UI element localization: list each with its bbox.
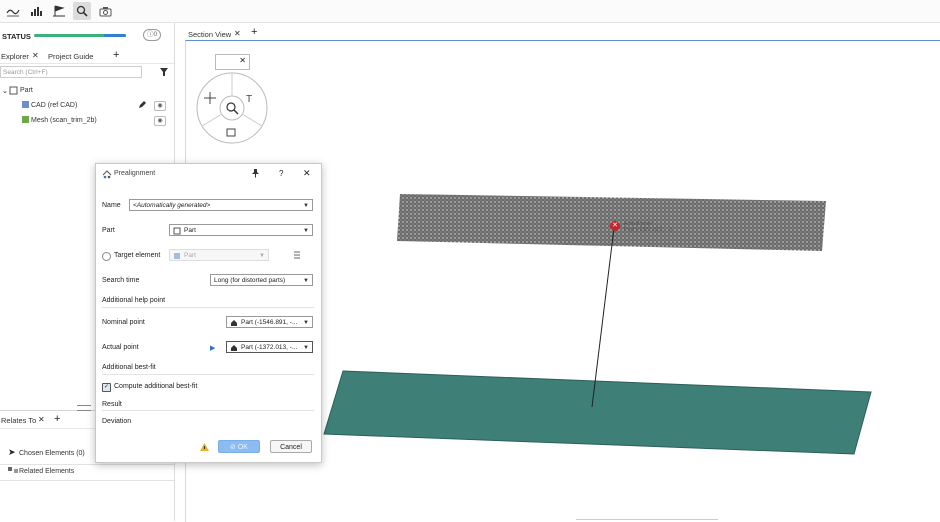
part-icon — [173, 227, 181, 235]
divider — [0, 480, 174, 481]
related-elements[interactable]: Related Elements — [19, 468, 74, 475]
add-tab-icon[interactable]: + — [113, 49, 119, 61]
add-tab-icon[interactable]: + — [251, 26, 257, 38]
cancel-button[interactable]: Cancel — [270, 440, 312, 453]
navigation-wheel[interactable]: T — [196, 72, 268, 144]
deviation-label: Deviation — [102, 418, 132, 425]
close-icon[interactable]: ✕ — [303, 168, 311, 179]
search-time-select[interactable]: Long (for distorted parts) ▼ — [210, 274, 313, 286]
ok-button[interactable]: ⊘ OK — [218, 440, 260, 453]
filter-icon[interactable] — [159, 67, 169, 79]
cursor-icon: ➤ — [8, 447, 16, 457]
curve-icon[interactable] — [4, 2, 22, 20]
help-icon[interactable]: ? — [279, 169, 283, 178]
part-icon — [9, 86, 18, 97]
actual-point-select[interactable]: Part (-1372.013, -... ▼ — [226, 341, 313, 353]
divider — [102, 374, 314, 375]
help-point-section: Additional help point — [102, 297, 166, 304]
play-arrow-icon: ▶ — [210, 345, 216, 352]
divider — [576, 519, 718, 520]
camera-icon[interactable] — [96, 2, 114, 20]
close-icon[interactable]: ✕ — [32, 51, 39, 60]
chevron-down-icon: ▼ — [303, 345, 309, 351]
mesh-icon — [21, 115, 30, 126]
explorer-search-input[interactable]: Search (Ctrl+F) — [0, 66, 142, 78]
tree-item-part[interactable]: Part — [20, 87, 33, 94]
related-icon — [8, 466, 19, 476]
target-element-select[interactable]: Part ▼ — [169, 249, 269, 261]
nominal-point-label: Nominal point — [102, 319, 145, 326]
tab-project-guide[interactable]: Project Guide — [48, 52, 93, 61]
svg-text:T: T — [246, 94, 252, 105]
actual-point-label: Actual point — [102, 344, 139, 351]
search-time-label: Search time — [102, 277, 140, 284]
eye-icon[interactable]: ◉ — [154, 101, 166, 111]
tab-section-view[interactable]: Section View — [188, 30, 231, 39]
close-icon[interactable]: ✕ — [234, 29, 241, 38]
list-picker-icon[interactable] — [292, 250, 302, 262]
compute-bestfit-label: Compute additional best-fit — [114, 383, 198, 390]
chosen-elements[interactable]: Chosen Elements (0) — [19, 450, 85, 457]
section-view-tab[interactable]: Section View ✕ — [185, 26, 247, 40]
part-label: Part — [102, 227, 115, 234]
bestfit-section: Additional best-fit — [102, 364, 156, 371]
info-counter[interactable]: ⓘ0 — [143, 29, 161, 41]
target-element-radio[interactable] — [102, 252, 111, 261]
chevron-down-icon: ▼ — [303, 278, 309, 284]
divider — [102, 307, 314, 308]
close-icon[interactable]: ✕ — [38, 415, 45, 424]
main-toolbar — [0, 0, 940, 23]
part-select[interactable]: Part ▼ — [169, 224, 313, 236]
status-label: STATUS — [2, 32, 31, 41]
dialog-title: Prealignment — [114, 170, 156, 177]
chevron-down-icon: ▼ — [259, 253, 265, 259]
compute-bestfit-checkbox[interactable]: ✓ — [102, 383, 111, 392]
tab-relates-to[interactable]: Relates To — [1, 416, 36, 425]
chevron-down-icon[interactable]: ⌄ — [2, 87, 8, 95]
actual-point-label: Actual point Part (-1372.013, ...) — [624, 221, 672, 233]
close-icon[interactable]: ✕ — [239, 56, 246, 65]
target-icon — [174, 253, 180, 259]
name-label: Name — [102, 202, 121, 209]
point-icon — [231, 320, 237, 326]
name-field[interactable]: <Automatically generated> ▼ — [129, 199, 313, 211]
help-point-line — [591, 227, 615, 408]
cad-icon — [21, 100, 30, 111]
histogram-icon[interactable] — [27, 2, 45, 20]
nominal-point-select[interactable]: Part (-1546.891, -... ▼ — [226, 316, 313, 328]
cad-plate — [323, 370, 872, 455]
actual-point-marker-icon[interactable]: ✕ — [610, 221, 620, 231]
divider — [0, 464, 174, 465]
chevron-down-icon: ▼ — [303, 228, 309, 234]
chevron-down-icon: ▼ — [303, 320, 309, 326]
result-section: Result — [102, 401, 122, 408]
pencil-icon[interactable] — [138, 100, 147, 111]
pin-icon[interactable] — [251, 168, 260, 180]
search-icon[interactable] — [73, 2, 91, 20]
splitter-handle[interactable] — [77, 405, 91, 411]
tab-explorer[interactable]: Explorer — [1, 52, 29, 61]
divider — [102, 410, 314, 411]
tree-item-cad[interactable]: CAD (ref CAD) — [31, 102, 77, 109]
prealignment-icon — [102, 169, 112, 181]
warning-icon — [200, 443, 209, 453]
chevron-down-icon: ▼ — [303, 203, 309, 209]
tree-item-mesh[interactable]: Mesh (scan_trim_2b) — [31, 117, 97, 124]
flag-chart-icon[interactable] — [50, 2, 68, 20]
nav-widget-box: ✕ — [215, 54, 250, 70]
prealignment-dialog: Prealignment ? ✕ Name <Automatically gen… — [95, 163, 322, 463]
eye-icon[interactable]: ◉ — [154, 116, 166, 126]
status-progress-bar — [34, 34, 126, 37]
add-tab-icon[interactable]: + — [54, 413, 60, 425]
target-element-label: Target element — [114, 252, 161, 259]
point-icon — [231, 345, 237, 351]
